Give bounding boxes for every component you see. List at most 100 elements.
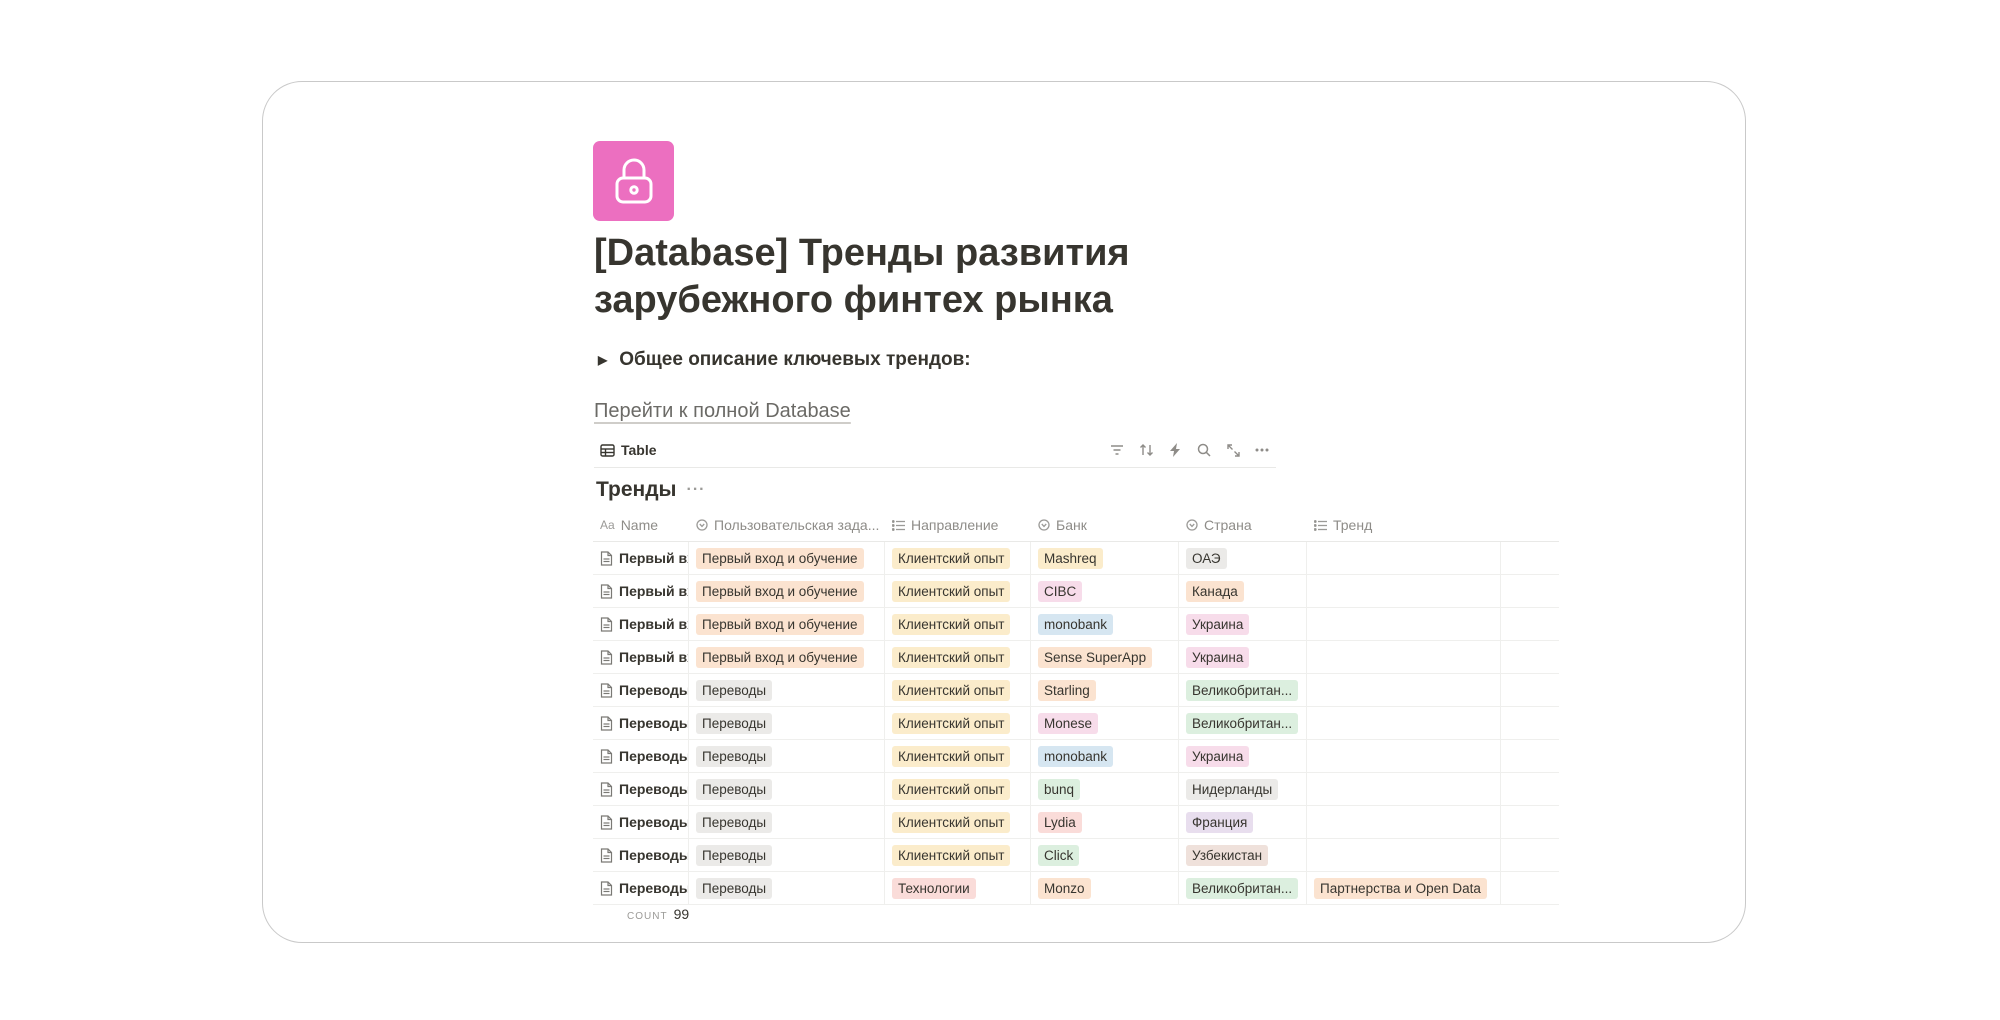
dir-cell[interactable]: Клиентский опыт	[885, 674, 1031, 706]
country-cell[interactable]: Великобритан...	[1179, 674, 1307, 706]
table-row[interactable]: Первый вх Первый вход и обучение Клиентски…	[593, 641, 1559, 674]
bank-cell[interactable]: Starling	[1031, 674, 1179, 706]
column-header[interactable]: Банк	[1031, 509, 1179, 541]
country-cell[interactable]: Канада	[1179, 575, 1307, 607]
task-cell[interactable]: Первый вход и обучение	[689, 542, 885, 574]
table-row[interactable]: Первый вх Первый вход и обучение Клиентски…	[593, 542, 1559, 575]
bank-cell[interactable]: monobank	[1031, 608, 1179, 640]
task-cell[interactable]: Переводы	[689, 740, 885, 772]
country-cell[interactable]: Великобритан...	[1179, 872, 1307, 904]
trend-cell[interactable]	[1307, 542, 1501, 574]
name-cell[interactable]: Переводы	[593, 839, 689, 871]
country-cell[interactable]: Франция	[1179, 806, 1307, 838]
country-cell[interactable]: Украина	[1179, 641, 1307, 673]
country-cell[interactable]: Узбекистан	[1179, 839, 1307, 871]
bank-cell[interactable]: Monzo	[1031, 872, 1179, 904]
task-cell[interactable]: Переводы	[689, 806, 885, 838]
task-cell[interactable]: Первый вход и обучение	[689, 575, 885, 607]
more-icon[interactable]	[1254, 442, 1270, 458]
country-cell[interactable]: Нидерланды	[1179, 773, 1307, 805]
bank-cell[interactable]: Lydia	[1031, 806, 1179, 838]
dir-cell[interactable]: Клиентский опыт	[885, 773, 1031, 805]
full-database-link[interactable]: Перейти к полной Database	[594, 400, 851, 423]
column-header-label: Тренд	[1333, 517, 1373, 533]
trend-cell[interactable]	[1307, 674, 1501, 706]
name-cell[interactable]: Переводы	[593, 740, 689, 772]
table-row[interactable]: Переводы Переводы Клиентский опыт monobank У…	[593, 740, 1559, 773]
table-row[interactable]: Первый вх Первый вход и обучение Клиентски…	[593, 575, 1559, 608]
automation-icon[interactable]	[1167, 442, 1183, 458]
name-cell[interactable]: Переводы	[593, 674, 689, 706]
dir-cell[interactable]: Клиентский опыт	[885, 641, 1031, 673]
task-cell[interactable]: Переводы	[689, 773, 885, 805]
bank-cell[interactable]: Mashreq	[1031, 542, 1179, 574]
bank-cell[interactable]: bunq	[1031, 773, 1179, 805]
table-row[interactable]: Переводы Переводы Технологии Monzo Великобри…	[593, 872, 1559, 905]
name-cell[interactable]: Первый вх	[593, 542, 689, 574]
trend-cell[interactable]	[1307, 641, 1501, 673]
bank-cell[interactable]: monobank	[1031, 740, 1179, 772]
trend-cell[interactable]	[1307, 707, 1501, 739]
task-cell[interactable]: Переводы	[689, 839, 885, 871]
dir-cell[interactable]: Технологии	[885, 872, 1031, 904]
trend-cell[interactable]	[1307, 740, 1501, 772]
trend-cell[interactable]	[1307, 773, 1501, 805]
count-value: 99	[673, 906, 690, 922]
name-cell[interactable]: Переводы	[593, 707, 689, 739]
dir-cell[interactable]: Клиентский опыт	[885, 707, 1031, 739]
column-header[interactable]: Направление	[885, 509, 1031, 541]
dir-cell[interactable]: Клиентский опыт	[885, 575, 1031, 607]
table-row[interactable]: Переводы Переводы Клиентский опыт bunq Нидер…	[593, 773, 1559, 806]
expand-icon[interactable]	[1225, 442, 1241, 458]
name-cell[interactable]: Переводы	[593, 872, 689, 904]
trend-cell[interactable]: Партнерства и Open Data	[1307, 872, 1501, 904]
name-cell[interactable]: Первый вх	[593, 575, 689, 607]
dir-cell[interactable]: Клиентский опыт	[885, 806, 1031, 838]
column-header[interactable]: Пользовательская зада...	[689, 509, 885, 541]
tab-table-view[interactable]: Table	[594, 442, 657, 458]
country-cell[interactable]: Украина	[1179, 608, 1307, 640]
trend-cell[interactable]	[1307, 575, 1501, 607]
task-cell[interactable]: Первый вход и обучение	[689, 608, 885, 640]
column-header[interactable]: Страна	[1179, 509, 1307, 541]
bank-cell[interactable]: Click	[1031, 839, 1179, 871]
bank-cell[interactable]: Monese	[1031, 707, 1179, 739]
trend-cell[interactable]	[1307, 608, 1501, 640]
table-row[interactable]: Переводы Переводы Клиентский опыт Monese Вел…	[593, 707, 1559, 740]
table-row[interactable]: Переводы Переводы Клиентский опыт Lydia Фран…	[593, 806, 1559, 839]
task-cell[interactable]: Переводы	[689, 674, 885, 706]
toggle-block[interactable]: ▶ Общее описание ключевых трендов:	[598, 349, 971, 371]
country-cell[interactable]: Великобритан...	[1179, 707, 1307, 739]
dir-cell[interactable]: Клиентский опыт	[885, 608, 1031, 640]
country-cell[interactable]: Украина	[1179, 740, 1307, 772]
search-icon[interactable]	[1196, 442, 1212, 458]
dir-cell[interactable]: Клиентский опыт	[885, 740, 1031, 772]
row-name: Первый вх	[619, 550, 689, 566]
lock-icon[interactable]	[593, 141, 674, 221]
dir-cell[interactable]: Клиентский опыт	[885, 839, 1031, 871]
sort-icon[interactable]	[1138, 442, 1154, 458]
bank-cell[interactable]: CIBC	[1031, 575, 1179, 607]
trend-cell[interactable]	[1307, 806, 1501, 838]
column-header[interactable]: Тренд	[1307, 509, 1501, 541]
name-cell[interactable]: Переводы	[593, 773, 689, 805]
column-header[interactable]: Aa Name	[593, 509, 689, 541]
name-cell[interactable]: Первый вх	[593, 641, 689, 673]
bank-cell[interactable]: Sense SuperApp	[1031, 641, 1179, 673]
table-row[interactable]: Первый вх Первый вход и обучение Клиентски…	[593, 608, 1559, 641]
name-cell[interactable]: Первый вх	[593, 608, 689, 640]
trend-cell[interactable]	[1307, 839, 1501, 871]
country-tag: Украина	[1186, 646, 1250, 668]
country-cell[interactable]: ОАЭ	[1179, 542, 1307, 574]
task-cell[interactable]: Переводы	[689, 707, 885, 739]
database-more-icon[interactable]: ···	[686, 481, 705, 499]
task-cell[interactable]: Первый вход и обучение	[689, 641, 885, 673]
filter-icon[interactable]	[1109, 442, 1125, 458]
table-row[interactable]: Переводы Переводы Клиентский опыт Starling В…	[593, 674, 1559, 707]
task-cell[interactable]: Переводы	[689, 872, 885, 904]
toggle-triangle-icon[interactable]: ▶	[598, 353, 607, 367]
table-row[interactable]: Переводы Переводы Клиентский опыт Click Узбе…	[593, 839, 1559, 872]
dir-cell[interactable]: Клиентский опыт	[885, 542, 1031, 574]
count-label: COUNT	[627, 911, 668, 922]
name-cell[interactable]: Переводы	[593, 806, 689, 838]
